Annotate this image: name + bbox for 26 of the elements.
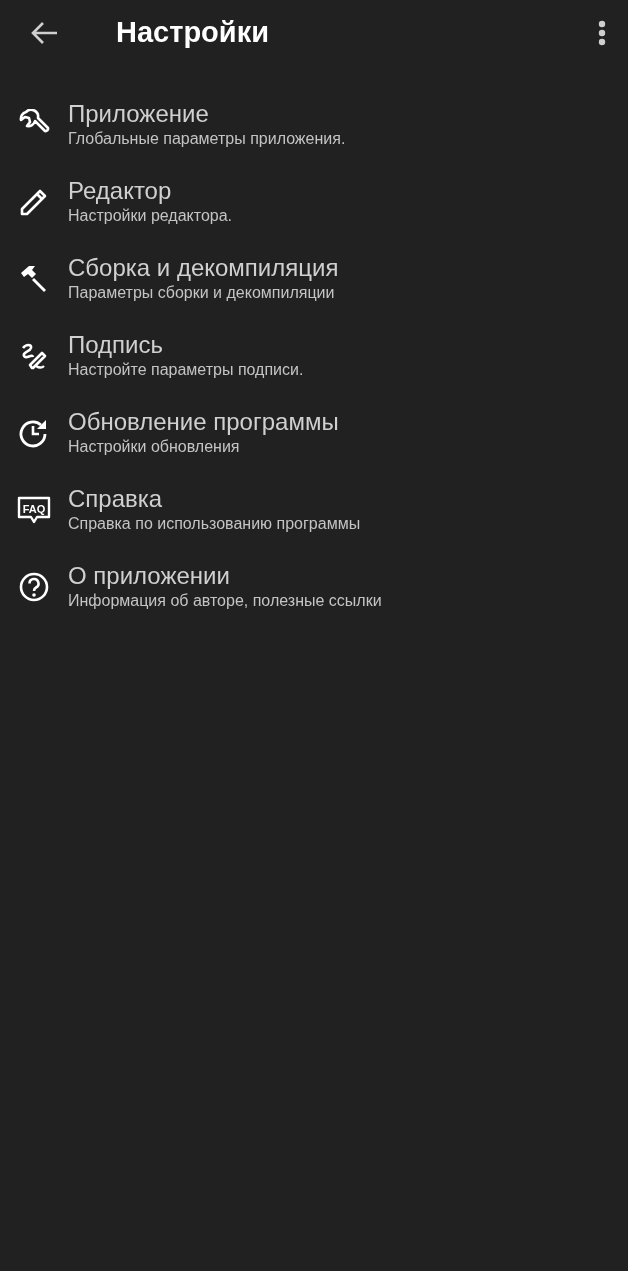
item-title: Приложение — [68, 99, 210, 128]
item-title: Подпись — [68, 330, 164, 359]
item-title: Обновление программы — [68, 407, 339, 436]
screen-title: Настройки — [116, 15, 269, 51]
settings-item[interactable]: Подпись Настройте параметры подписи. — [0, 317, 628, 394]
item-title: Сборка и декомпиляция — [68, 253, 339, 282]
help-icon — [18, 570, 50, 603]
item-description: Настройки редактора. — [68, 205, 233, 226]
settings-item[interactable]: О приложении Информация об авторе, полезные ссылки — [0, 548, 628, 625]
more-options-icon[interactable] — [598, 20, 606, 46]
item-description: Информация об авторе, полезные ссылки — [68, 590, 382, 611]
settings-item[interactable]: Обновление программы Настройки обновления — [0, 394, 628, 471]
item-title: О приложении — [68, 561, 231, 590]
settings-item[interactable]: Редактор Настройки редактора. — [0, 163, 628, 240]
settings-item[interactable]: FAQ Справка Справка по использованию программы — [0, 471, 628, 548]
item-description: Настройки обновления — [68, 436, 241, 457]
item-title: Справка — [68, 484, 164, 513]
settings-item[interactable]: Приложение Глобальные параметры приложения. — [0, 86, 628, 163]
item-title: Редактор — [68, 176, 173, 205]
settings-item[interactable]: Сборка и декомпиляция Параметры сборки и декомпиляции — [0, 240, 628, 317]
back-arrow-icon[interactable] — [30, 21, 58, 45]
faq-speech-bubble-icon: FAQ — [16, 494, 52, 525]
item-description: Параметры сборки и декомпиляции — [68, 282, 336, 303]
item-description: Глобальные параметры приложения. — [68, 128, 346, 149]
item-description: Настройте параметры подписи. — [68, 359, 304, 380]
item-description: Справка по использованию программы — [68, 513, 361, 534]
